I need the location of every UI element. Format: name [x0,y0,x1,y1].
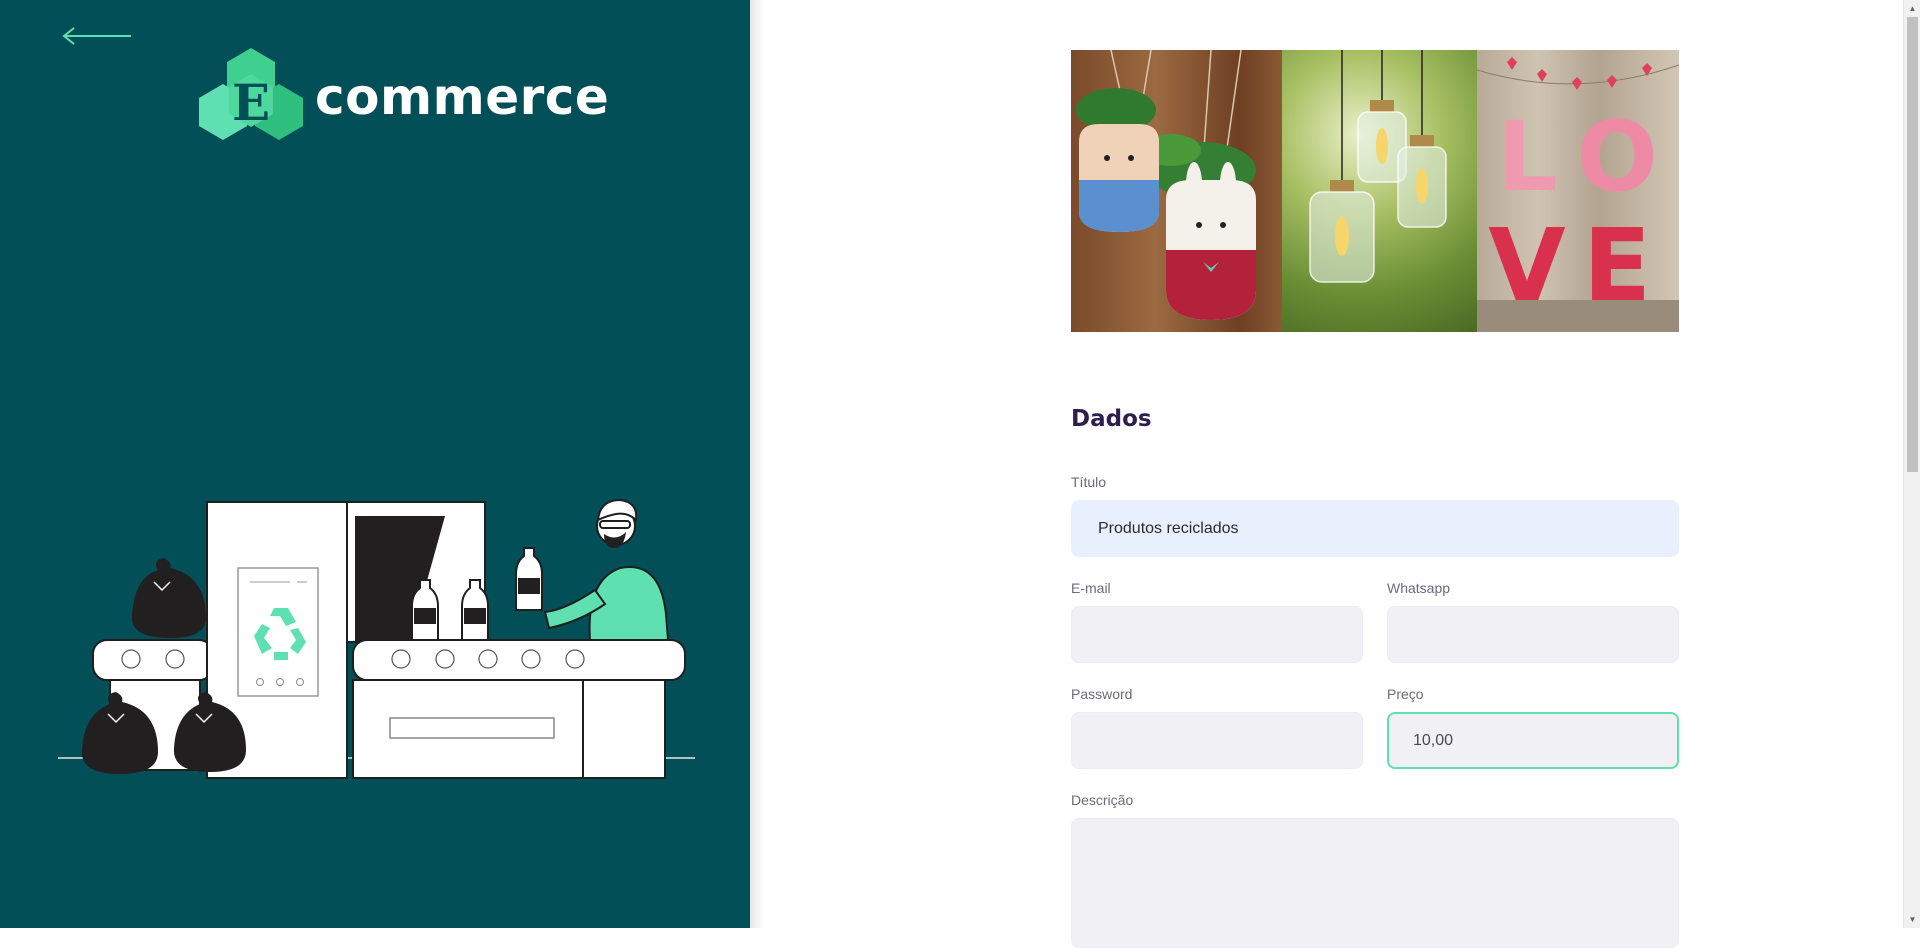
scroll-up-icon[interactable]: ▲ [1904,0,1920,17]
love-letter-o: O [1576,101,1658,213]
title-input[interactable] [1071,500,1679,557]
whatsapp-input[interactable] [1387,606,1679,663]
recycle-logo-icon: E [199,48,303,140]
hero-tile-plant-pots [1071,50,1282,332]
section-title: Dados [1071,406,1152,432]
hero-tile-love-letters: L O V E [1477,50,1679,332]
whatsapp-label: Whatsapp [1387,580,1451,596]
scroll-down-icon[interactable]: ▼ [1904,911,1920,928]
love-letter-v: V [1488,207,1565,324]
password-label: Password [1071,686,1133,702]
logo-letter: E [232,73,270,132]
price-input[interactable] [1387,712,1679,769]
brand-name: commerce [315,68,610,126]
panel-shadow [750,0,764,928]
scrollbar-thumb[interactable] [1907,17,1918,472]
recycling-machine-illustration [58,498,695,779]
description-textarea[interactable] [1071,818,1679,948]
brand-logo: E commerce [193,44,609,150]
description-label: Descrição [1071,792,1134,808]
page-scrollbar[interactable]: ▲ ▼ [1903,0,1920,928]
love-letter-l: L [1496,101,1557,213]
price-label: Preço [1387,686,1424,702]
love-letter-e: E [1583,207,1651,324]
title-label: Título [1071,474,1107,490]
left-panel: E commerce [0,0,750,928]
arrow-left-icon [62,27,131,45]
form-area: L O V E Dados Título E-mail Whatsapp Pas… [1071,50,1679,948]
back-button[interactable] [60,24,132,48]
email-input[interactable] [1071,606,1363,663]
password-input[interactable] [1071,712,1363,769]
email-label: E-mail [1071,580,1111,596]
hero-image: L O V E [1071,50,1679,332]
hero-tile-jar-lamps [1282,50,1477,332]
